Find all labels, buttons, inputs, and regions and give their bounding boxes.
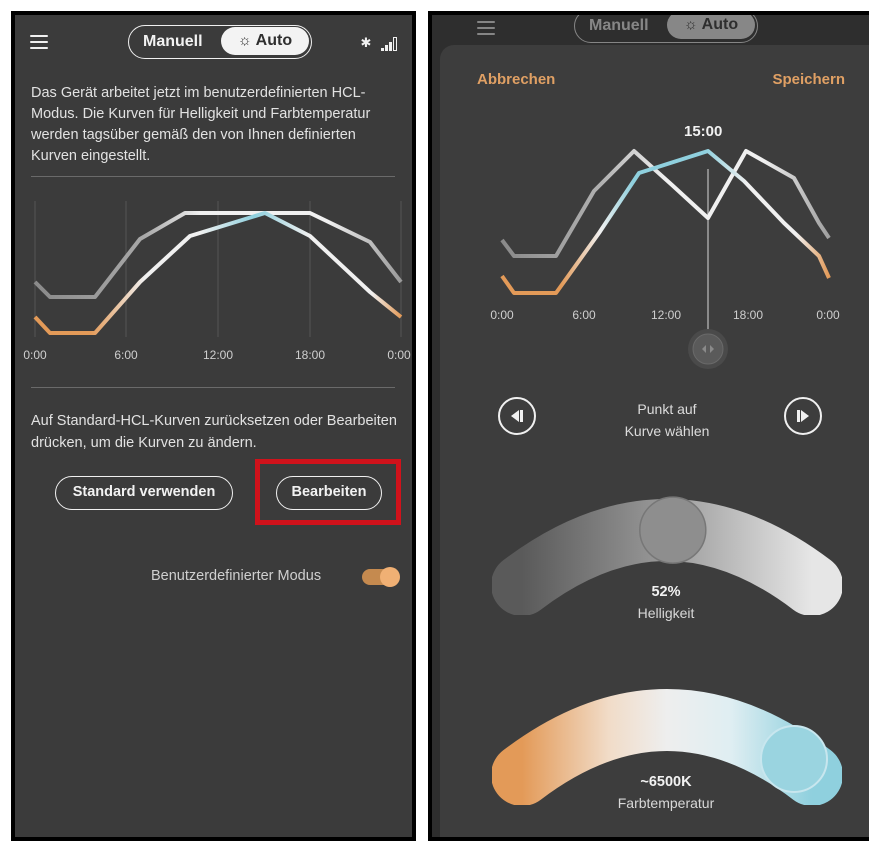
divider <box>31 387 395 388</box>
right-screen: Manuell ☼Auto Abbrechen Speichern 15:00 <box>432 15 869 837</box>
custom-mode-toggle[interactable] <box>362 567 400 587</box>
brightness-knob[interactable] <box>639 496 707 564</box>
sun-icon: ☼ <box>237 32 252 49</box>
left-screen: Manuell ☼ Auto ✱ Das Gerät arbeitet jetzt… <box>15 15 412 837</box>
signal-icon <box>381 36 398 51</box>
mode-auto-button: ☼ Auto <box>667 15 755 39</box>
brightness-value: 52% <box>651 584 681 600</box>
mode-switch: Manuell ☼ Auto <box>574 15 758 43</box>
color-temperature-value: ~6500K <box>640 774 692 790</box>
hcl-curve-chart: 0:00 6:00 12:00 18:00 0:00 <box>23 201 411 362</box>
brightness-curve <box>500 149 831 258</box>
use-standard-button[interactable]: Standard verwenden <box>55 476 233 510</box>
status-icons: ✱ <box>360 35 398 51</box>
toggle-knob <box>380 567 400 587</box>
mode-manual-button: Manuell <box>589 17 649 34</box>
highlight-box <box>255 459 401 525</box>
reset-instructions: Auf Standard-HCL-Kurven zurücksetzen ode… <box>31 413 397 451</box>
brightness-label: Helligkeit <box>637 605 695 621</box>
mode-auto-label: Auto <box>255 32 293 49</box>
mode-switch[interactable]: Manuell ☼ Auto <box>128 25 312 59</box>
x-tick-label: 6:00 <box>572 308 596 322</box>
x-tick-label: 0:00 <box>23 348 47 362</box>
time-scrub-handle[interactable] <box>688 329 728 369</box>
x-tick-label: 18:00 <box>295 348 325 362</box>
x-tick-label: 0:00 <box>816 308 840 322</box>
x-tick-label: 0:00 <box>490 308 514 322</box>
mode-description: Das Gerät arbeitet jetzt im benutzerdefi… <box>31 85 371 164</box>
selected-time: 15:00 <box>684 123 723 140</box>
mode-manual-button[interactable]: Manuell <box>143 26 203 57</box>
pick-point-text: Punkt auf Kurve wählen <box>592 398 742 442</box>
x-tick-label: 12:00 <box>651 308 681 322</box>
sun-icon: ☼ <box>683 16 698 33</box>
mode-auto-label: Auto <box>701 16 739 33</box>
previous-point-button[interactable] <box>498 397 536 435</box>
bluetooth-icon: ✱ <box>360 35 373 50</box>
pick-point-line: Kurve wählen <box>624 423 710 439</box>
save-button[interactable]: Speichern <box>772 71 845 88</box>
pick-point-line: Punkt auf <box>637 401 697 417</box>
custom-mode-label: Benutzerdefinierter Modus <box>151 568 322 584</box>
x-tick-label: 6:00 <box>114 348 138 362</box>
menu-icon <box>477 21 495 35</box>
background-top-bar: Manuell ☼ Auto <box>432 15 869 45</box>
next-icon <box>797 410 809 422</box>
edit-curve-chart: 0:00 6:00 12:00 18:00 0:00 <box>490 149 840 369</box>
previous-icon <box>511 410 523 422</box>
mode-auto-button[interactable]: ☼ Auto <box>221 27 309 55</box>
top-bar: Manuell ☼ Auto ✱ <box>15 15 412 75</box>
x-tick-label: 0:00 <box>387 348 411 362</box>
next-point-button[interactable] <box>784 397 822 435</box>
cancel-button[interactable]: Abbrechen <box>477 71 555 88</box>
x-tick-label: 12:00 <box>203 348 233 362</box>
color-temperature-knob[interactable] <box>760 725 828 793</box>
divider <box>31 176 395 177</box>
color-temperature-label: Farbtemperatur <box>617 795 715 811</box>
x-tick-label: 18:00 <box>733 308 763 322</box>
menu-icon[interactable] <box>30 35 48 49</box>
